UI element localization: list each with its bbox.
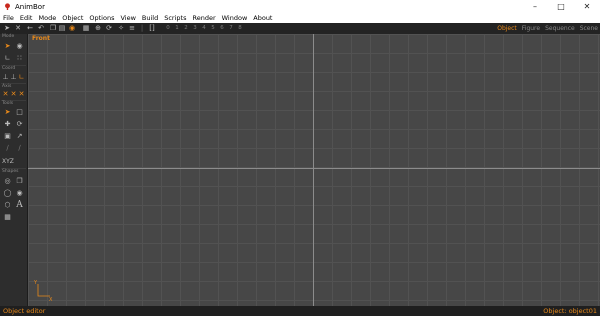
frame-6[interactable]: 6: [218, 24, 226, 32]
vertical-axis-line: [313, 34, 314, 306]
minimize-icon[interactable]: –: [522, 0, 548, 13]
status-object: Object: object01: [543, 307, 597, 315]
line-tool-icon[interactable]: ∕: [15, 144, 24, 153]
arrow-left-icon[interactable]: ←: [26, 24, 34, 32]
torus-shape-icon[interactable]: ◉: [15, 189, 24, 198]
paste-icon[interactable]: ▤: [58, 24, 66, 32]
menu-build[interactable]: Build: [139, 14, 161, 22]
sphere-shape-icon[interactable]: ◎: [3, 177, 12, 186]
grid-shape-icon[interactable]: ▦: [3, 213, 12, 222]
front-viewport[interactable]: Front Y X: [28, 34, 600, 306]
crosshair-icon[interactable]: ⊕: [94, 24, 102, 32]
menu-window[interactable]: Window: [219, 14, 251, 22]
xyz-label: XYZ: [2, 158, 14, 165]
select-mode-icon[interactable]: ➤: [3, 42, 12, 51]
axis-z-icon[interactable]: ✕: [17, 90, 26, 99]
tools-section-label: Tools: [2, 101, 14, 106]
menu-object[interactable]: Object: [59, 14, 86, 22]
title-bar: AnimBor – □ ✕: [0, 0, 600, 13]
window-title: AnimBor: [15, 2, 45, 11]
menu-view[interactable]: View: [117, 14, 138, 22]
coord-screen-icon[interactable]: ∟: [17, 73, 26, 82]
tab-scene[interactable]: Scene: [580, 25, 598, 32]
tab-sequence[interactable]: Sequence: [545, 25, 575, 32]
axis-gizmo-icon: Y X: [33, 280, 53, 302]
view-tabs: Object Figure Sequence Scene: [492, 23, 598, 34]
wand-icon[interactable]: ✧: [117, 24, 125, 32]
frame-8[interactable]: 8: [236, 24, 244, 32]
menu-mode[interactable]: Mode: [35, 14, 59, 22]
frame-icon[interactable]: []: [148, 24, 156, 32]
axis-section-label: Axis: [2, 84, 12, 89]
menu-scripts[interactable]: Scripts: [161, 14, 189, 22]
frame-2[interactable]: 2: [182, 24, 190, 32]
cursor-icon[interactable]: ➤: [3, 24, 11, 32]
viewport-label: Front: [32, 35, 50, 42]
equals-icon[interactable]: ≡: [128, 24, 136, 32]
gizmo-x-label: X: [49, 297, 53, 302]
rotate-icon[interactable]: ⟳: [105, 24, 113, 32]
menu-about[interactable]: About: [250, 14, 275, 22]
axes-mode-icon[interactable]: ∟: [3, 54, 12, 63]
box-select-icon[interactable]: □: [15, 108, 24, 117]
coord-section-label: Coord: [2, 66, 16, 71]
tab-figure[interactable]: Figure: [522, 25, 540, 32]
status-bar: Object editor Object: object01: [0, 306, 600, 316]
grid-icon[interactable]: ▦: [82, 24, 90, 32]
left-tool-panel: Mode ➤ ◉ ∟ ∷ Coord ⊥ ⊥ ∟ Axis ✕ ✕ ✕ Tool…: [0, 34, 28, 306]
menu-file[interactable]: File: [0, 14, 17, 22]
frame-3[interactable]: 3: [191, 24, 199, 32]
maximize-icon[interactable]: □: [548, 0, 574, 13]
frame-4[interactable]: 4: [200, 24, 208, 32]
cube-shape-icon[interactable]: ❐: [15, 177, 24, 186]
text-shape-icon[interactable]: A: [15, 201, 24, 210]
gizmo-y-label: Y: [33, 280, 38, 286]
app-logo-icon: [5, 3, 10, 10]
mode-section-label: Mode: [2, 34, 15, 39]
menu-edit[interactable]: Edit: [17, 14, 36, 22]
close-icon[interactable]: ✕: [574, 0, 600, 13]
status-mode: Object editor: [3, 307, 46, 315]
cross-icon[interactable]: ✕: [14, 24, 22, 32]
rotate-tool-icon[interactable]: ⟳: [15, 120, 24, 129]
shapes-section-label: Shapes: [2, 169, 19, 174]
eye-icon[interactable]: ◉: [15, 42, 24, 51]
tab-object[interactable]: Object: [497, 25, 517, 32]
cylinder-shape-icon[interactable]: ◯: [3, 189, 12, 198]
circle-icon[interactable]: ◉: [68, 24, 76, 32]
undo-icon[interactable]: ↶: [37, 24, 45, 32]
separator-icon: |: [140, 24, 144, 32]
menu-bar: File Edit Mode Object Options View Build…: [0, 13, 600, 23]
knife-tool-icon[interactable]: ∕: [3, 144, 12, 153]
scale-tool-icon[interactable]: ▣: [3, 132, 12, 141]
frame-5[interactable]: 5: [209, 24, 217, 32]
frame-7[interactable]: 7: [227, 24, 235, 32]
stretch-tool-icon[interactable]: ↗: [15, 132, 24, 141]
horizontal-axis-line: [28, 168, 600, 169]
menu-options[interactable]: Options: [86, 14, 117, 22]
frame-0[interactable]: 0: [164, 24, 172, 32]
polygon-shape-icon[interactable]: ⬡: [3, 201, 12, 210]
points-mode-icon[interactable]: ∷: [15, 54, 24, 63]
menu-render[interactable]: Render: [189, 14, 218, 22]
move-tool-icon[interactable]: ✚: [3, 120, 12, 129]
frame-1[interactable]: 1: [173, 24, 181, 32]
copy-icon[interactable]: ❐: [49, 24, 57, 32]
select-tool-icon[interactable]: ➤: [3, 108, 12, 117]
